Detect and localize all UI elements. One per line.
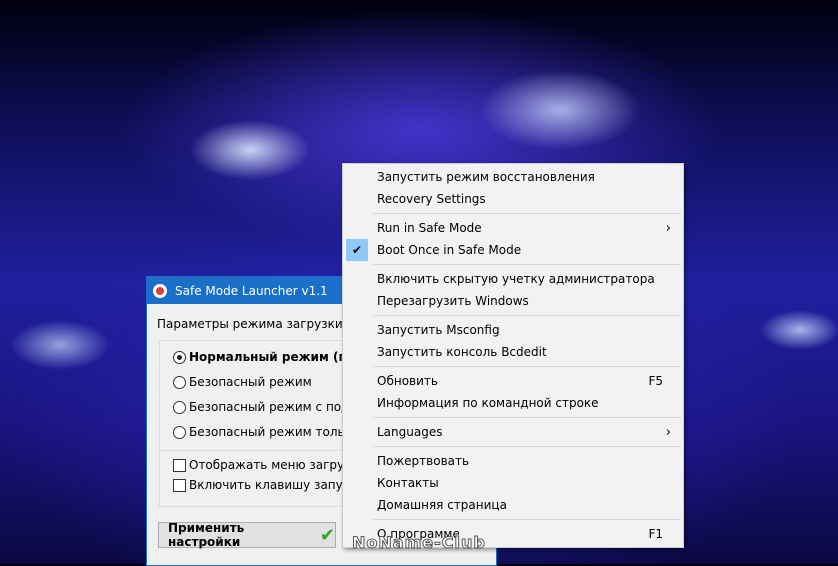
menu-item-contacts[interactable]: Контакты <box>343 472 683 494</box>
menu-item-restart[interactable]: Перезагрузить Windows <box>343 290 683 312</box>
menu-item-boot-once[interactable]: ✔ Boot Once in Safe Mode <box>343 239 683 261</box>
radio-icon <box>173 400 186 414</box>
menu-item-msconfig[interactable]: Запустить Msconfig <box>343 319 683 341</box>
menu-item-cmdline-info[interactable]: Информация по командной строке <box>343 392 683 414</box>
option-label: Безопасный режим только <box>189 425 360 439</box>
option-label: Безопасный режим <box>189 375 312 389</box>
menu-label: Boot Once in Safe Mode <box>377 243 522 257</box>
menu-label: Пожертвовать <box>377 454 470 468</box>
menu-label: Run in Safe Mode <box>377 221 482 235</box>
menu-label: Домашняя страница <box>377 498 507 512</box>
shortcut-label: F5 <box>648 374 663 388</box>
checkbox-label: Включить клавишу запуска <box>189 478 364 492</box>
menu-item-bcdedit[interactable]: Запустить консоль Bcdedit <box>343 341 683 363</box>
check-icon: ✔ <box>346 239 368 261</box>
lifebuoy-icon <box>153 283 167 298</box>
radio-icon <box>173 425 186 439</box>
menu-item-recovery-settings[interactable]: Recovery Settings <box>343 188 683 210</box>
apply-button[interactable]: Применить настройки ✔ <box>158 521 336 549</box>
menu-label: Включить скрытую учетку администратора <box>377 272 655 286</box>
radio-icon <box>173 350 186 364</box>
menu-label: Запустить режим восстановления <box>377 170 595 184</box>
menu-label: Запустить консоль Bcdedit <box>377 345 547 359</box>
option-label: Безопасный режим с подде <box>189 400 366 414</box>
menu-label: Recovery Settings <box>377 192 486 206</box>
radio-icon <box>173 375 186 389</box>
menu-label: Обновить <box>377 374 438 388</box>
checkbox-icon <box>173 478 186 492</box>
radio-safe-cmd[interactable]: Безопасный режим только <box>173 425 359 439</box>
context-menu: Запустить режим восстановления Recovery … <box>342 163 684 548</box>
params-label: Параметры режима загрузки Win <box>157 317 370 331</box>
checkbox-icon <box>173 458 186 472</box>
menu-label: Languages <box>377 425 443 439</box>
option-label: Нормальный режим (по <box>189 350 355 364</box>
menu-label: Информация по командной строке <box>377 396 599 410</box>
menu-item-donate[interactable]: Пожертвовать <box>343 450 683 472</box>
menu-item-enable-admin[interactable]: Включить скрытую учетку администратора <box>343 268 683 290</box>
menu-label: Контакты <box>377 476 439 490</box>
menu-item-run-safe-mode[interactable]: Run in Safe Mode › <box>343 217 683 239</box>
apply-label: Применить настройки <box>168 521 245 549</box>
radio-normal[interactable]: Нормальный режим (по <box>173 350 355 364</box>
radio-safe[interactable]: Безопасный режим <box>173 375 312 389</box>
window-title: Safe Mode Launcher v1.1 <box>175 283 328 298</box>
menu-item-homepage[interactable]: Домашняя страница <box>343 494 683 516</box>
chevron-right-icon: › <box>665 220 671 236</box>
menu-item-languages[interactable]: Languages › <box>343 421 683 443</box>
checkbox-hotkey[interactable]: Включить клавишу запуска <box>173 478 364 492</box>
menu-item-recovery-mode[interactable]: Запустить режим восстановления <box>343 166 683 188</box>
chevron-right-icon: › <box>665 424 671 440</box>
watermark: NoName-Club <box>352 533 486 553</box>
menu-item-refresh[interactable]: Обновить F5 <box>343 370 683 392</box>
checkbox-boot-menu[interactable]: Отображать меню загрузки <box>173 458 366 472</box>
radio-safe-network[interactable]: Безопасный режим с подде <box>173 400 365 414</box>
checkmark-icon: ✔ <box>319 524 335 546</box>
checkbox-label: Отображать меню загрузки <box>189 458 366 472</box>
shortcut-label: F1 <box>648 527 663 541</box>
menu-label: Запустить Msconfig <box>377 323 500 337</box>
menu-label: Перезагрузить Windows <box>377 294 529 308</box>
